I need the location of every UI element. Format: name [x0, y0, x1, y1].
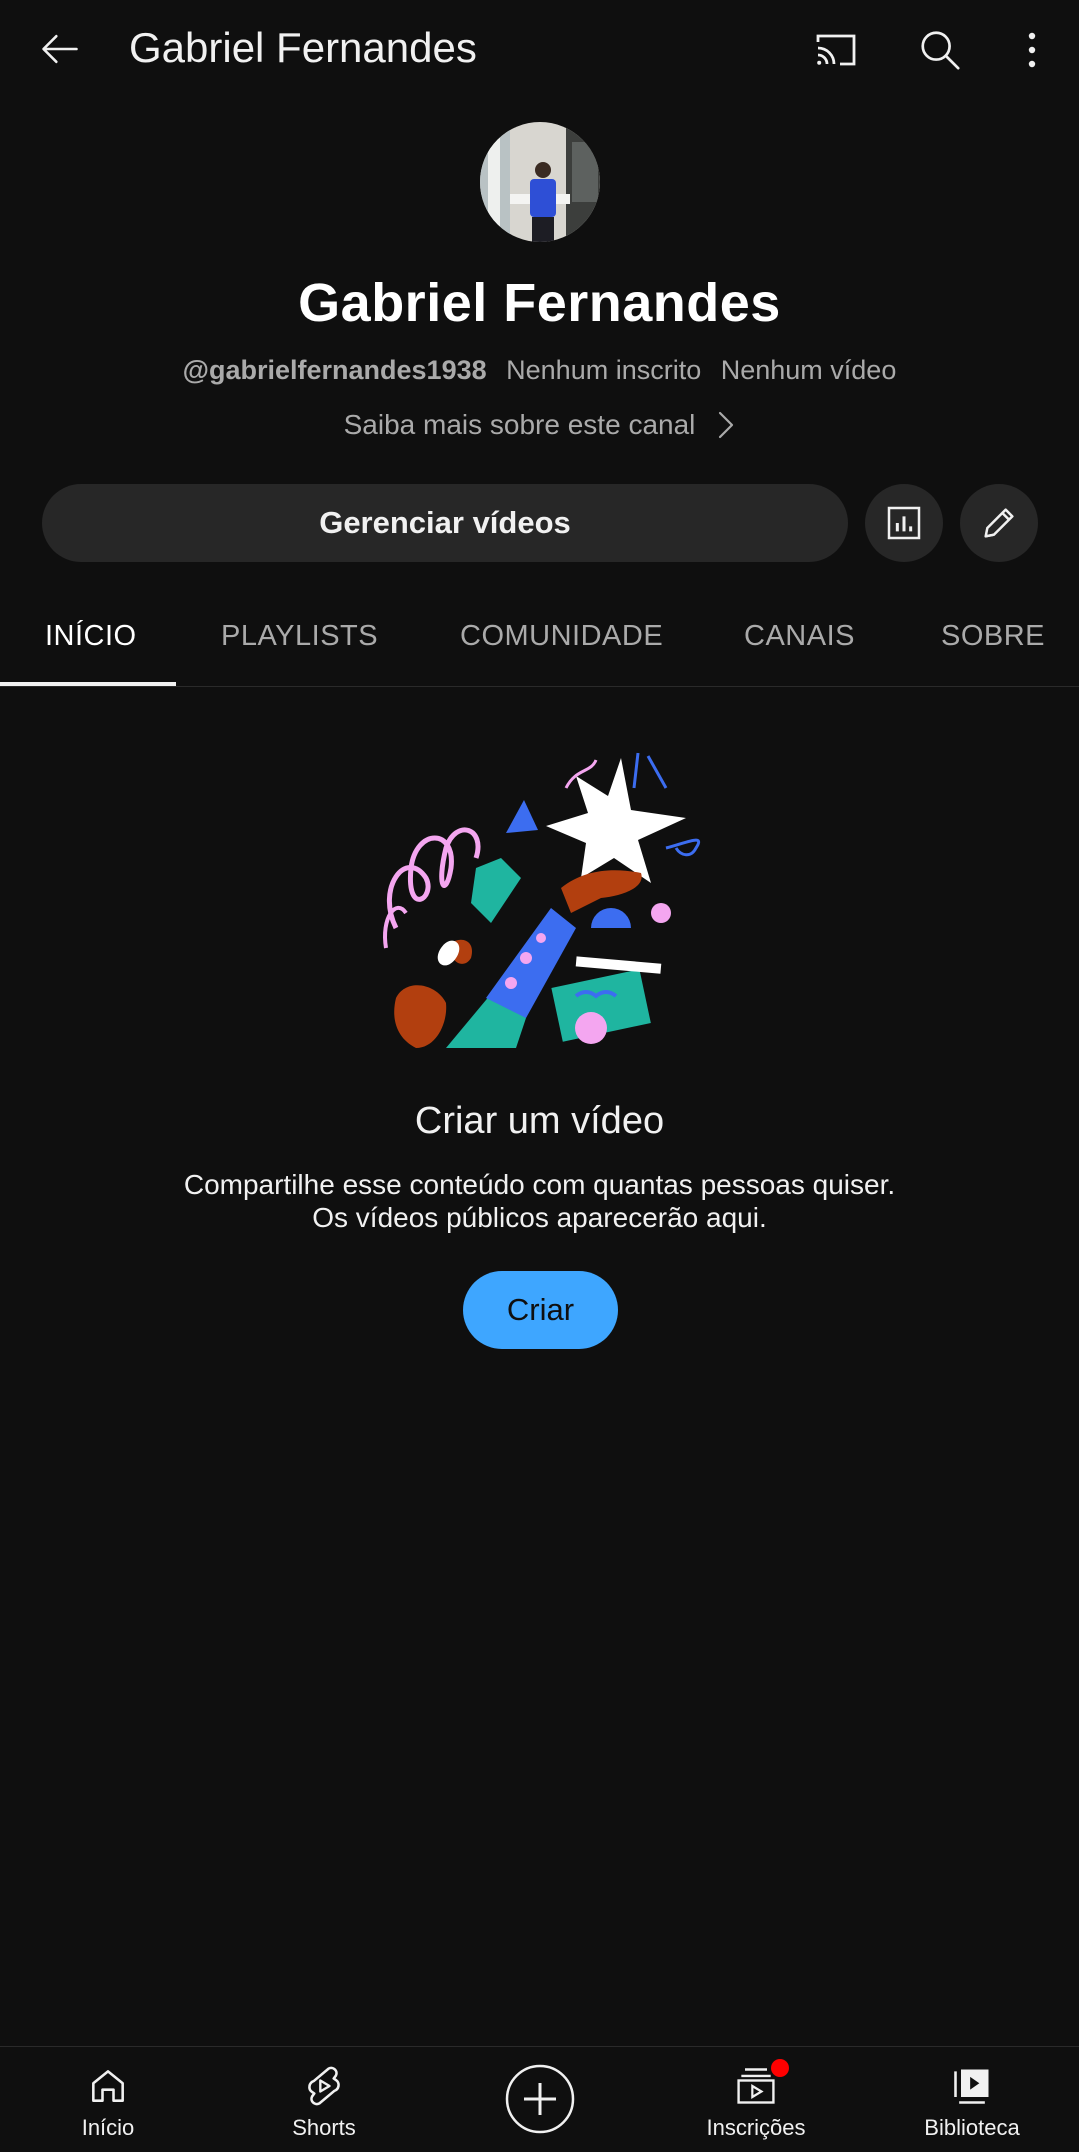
library-icon: [954, 2069, 989, 2104]
top-app-bar: Gabriel Fernandes: [0, 0, 1079, 100]
empty-state-line-1: Compartilhe esse conteúdo com quantas pe…: [183, 1169, 896, 1200]
create-button[interactable]: Criar: [463, 1271, 618, 1349]
tab-inicio[interactable]: INÍCIO: [45, 586, 137, 686]
more-options-button[interactable]: [1010, 22, 1054, 78]
nav-home-label: Início: [81, 2115, 135, 2140]
channel-tabs: INÍCIO PLAYLISTS COMUNIDADE CANAIS SOBRE: [0, 586, 1079, 687]
analytics-icon: [887, 506, 921, 540]
back-arrow-icon: [42, 34, 78, 64]
nav-library-label: Biblioteca: [924, 2115, 1020, 2140]
avatar-photo: [480, 122, 600, 242]
channel-avatar[interactable]: [480, 122, 600, 242]
shorts-icon: [308, 2066, 340, 2106]
nav-home[interactable]: Início: [8, 2047, 208, 2152]
empty-state-line-2: Os vídeos públicos aparecerão aqui.: [312, 1202, 767, 1233]
nav-shorts-label: Shorts: [292, 2115, 356, 2140]
cast-button[interactable]: [808, 22, 864, 78]
nav-shorts[interactable]: Shorts: [224, 2047, 424, 2152]
home-icon: [92, 2070, 124, 2102]
page-title: Gabriel Fernandes: [129, 24, 477, 71]
chevron-right-icon: [719, 411, 734, 439]
channel-handle: @gabrielfernandes1938: [182, 355, 487, 385]
tab-comunidade[interactable]: COMUNIDADE: [460, 586, 663, 686]
empty-state-title: Criar um vídeo: [414, 1100, 665, 1142]
back-button[interactable]: [28, 20, 92, 78]
video-count: Nenhum vídeo: [720, 355, 897, 385]
nav-library[interactable]: Biblioteca: [872, 2047, 1072, 2152]
edit-pencil-icon: [984, 508, 1014, 538]
nav-create[interactable]: [440, 2047, 640, 2152]
manage-videos-button[interactable]: Gerenciar vídeos: [42, 484, 848, 562]
create-plus-icon: [505, 2064, 575, 2134]
about-channel-label: Saiba mais sobre este canal: [343, 409, 696, 440]
tab-sobre[interactable]: SOBRE: [941, 586, 1045, 686]
nav-subscriptions-label: Inscrições: [706, 2115, 806, 2140]
channel-name: Gabriel Fernandes: [298, 273, 781, 333]
empty-state-illustration: [383, 752, 700, 1048]
cast-icon: [816, 34, 856, 66]
active-tab-indicator: [0, 682, 176, 686]
notification-dot: [771, 2059, 789, 2077]
tab-playlists[interactable]: PLAYLISTS: [221, 586, 378, 686]
edit-channel-button[interactable]: [960, 484, 1038, 562]
analytics-button[interactable]: [865, 484, 943, 562]
nav-subscriptions[interactable]: Inscrições: [656, 2047, 856, 2152]
search-button[interactable]: [912, 22, 968, 78]
channel-meta: @gabrielfernandes1938 Nenhum inscrito Ne…: [0, 355, 1079, 386]
more-vert-icon: [1028, 32, 1036, 68]
search-icon: [921, 31, 960, 70]
subscriber-count: Nenhum inscrito: [506, 355, 702, 385]
empty-state-description: Compartilhe esse conteúdo com quantas pe…: [0, 1168, 1079, 1234]
about-channel-link[interactable]: Saiba mais sobre este canal: [0, 409, 1079, 441]
bottom-navigation: Início Shorts Inscrições Biblioteca: [0, 2046, 1079, 2152]
tab-canais[interactable]: CANAIS: [744, 586, 855, 686]
